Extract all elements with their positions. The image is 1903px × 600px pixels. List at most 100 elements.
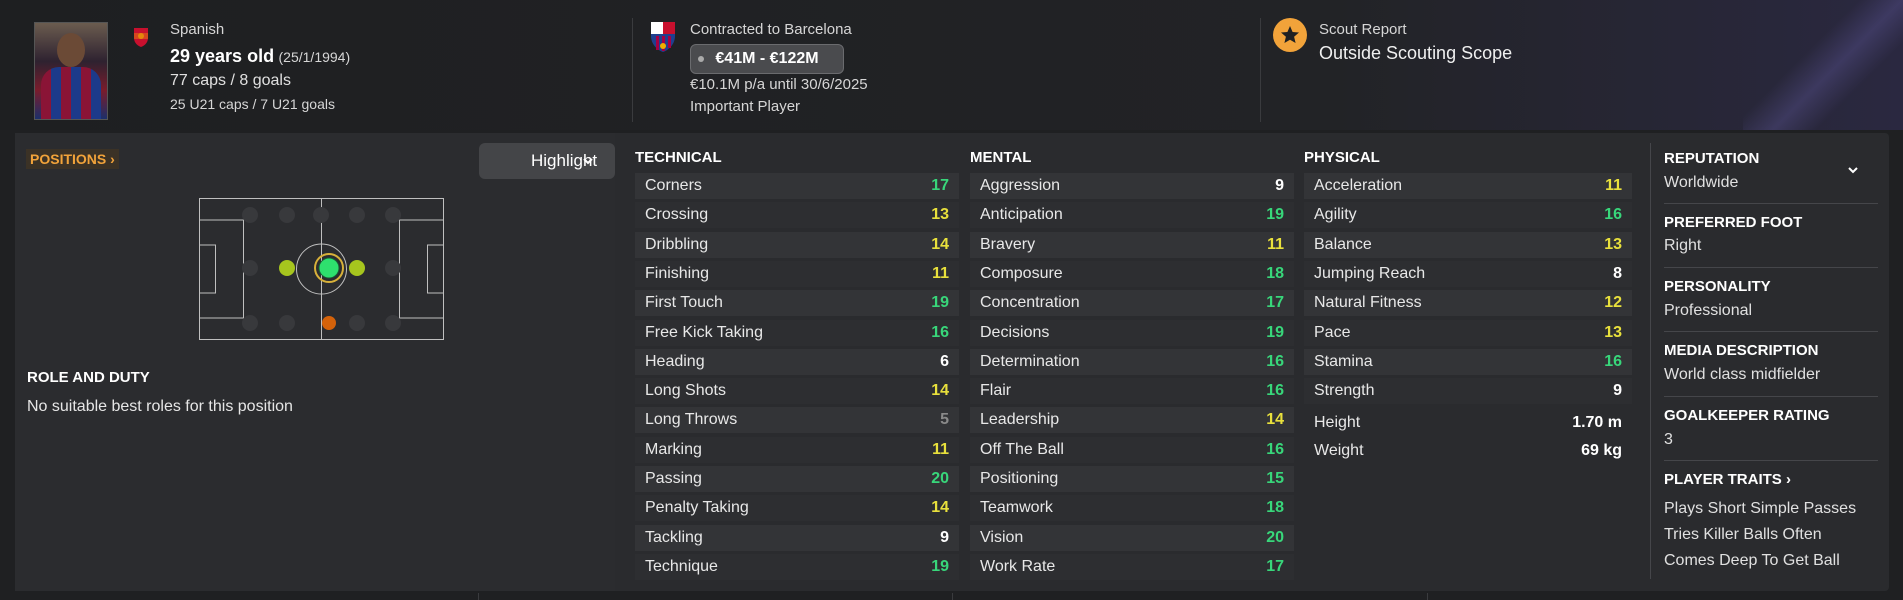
player-traits-link[interactable]: PLAYER TRAITS › (1664, 471, 1791, 488)
attribute-row-off-the-ball[interactable]: Off The Ball 16 (970, 436, 1294, 463)
attribute-name: Long Throws (645, 411, 738, 429)
highlight-dropdown[interactable]: Highlight (479, 143, 615, 179)
attribute-name: Work Rate (980, 557, 1056, 575)
attribute-row-positioning[interactable]: Positioning 15 (970, 466, 1294, 492)
chevron-down-icon (583, 158, 593, 165)
attribute-value: 11 (932, 264, 949, 282)
player-traits-label: PLAYER TRAITS (1664, 471, 1782, 488)
attribute-value: 11 (932, 440, 949, 458)
attribute-row-decisions[interactable]: Decisions 19 (970, 319, 1294, 346)
attribute-row-bravery[interactable]: Bravery 11 (970, 231, 1294, 258)
attribute-row-work-rate[interactable]: Work Rate 17 (970, 553, 1294, 580)
attribute-name: Jumping Reach (1314, 264, 1426, 282)
position-dot-dm (322, 316, 336, 330)
attribute-row-dribbling[interactable]: Dribbling 14 (635, 231, 959, 258)
attribute-row-free-kick-taking[interactable]: Free Kick Taking 16 (635, 319, 959, 346)
attribute-row-agility[interactable]: Agility 16 (1304, 202, 1632, 229)
attribute-row-long-throws[interactable]: Long Throws 5 (635, 407, 959, 434)
attribute-row-teamwork[interactable]: Teamwork 18 (970, 495, 1294, 522)
position-pitch (199, 198, 444, 340)
attribute-value: 18 (1266, 499, 1284, 517)
attribute-row-acceleration[interactable]: Acceleration 11 (1304, 173, 1632, 199)
dob: (25/1/1994) (278, 49, 351, 65)
attribute-value: 14 (931, 235, 949, 253)
info-separator (1664, 396, 1878, 397)
attribute-name: Composure (980, 264, 1063, 282)
bottom-divider (1427, 593, 1428, 600)
attribute-row-first-touch[interactable]: First Touch 19 (635, 290, 959, 317)
caps: 77 caps / 8 goals (170, 72, 291, 89)
attribute-row-corners[interactable]: Corners 17 (635, 173, 959, 199)
attribute-row-determination[interactable]: Determination 16 (970, 348, 1294, 375)
attribute-row-long-shots[interactable]: Long Shots 14 (635, 378, 959, 405)
position-dot-mr (349, 260, 365, 276)
attribute-row-technique[interactable]: Technique 19 (635, 553, 959, 580)
trait-item: Tries Killer Balls Often (1664, 526, 1822, 543)
attribute-row-aggression[interactable]: Aggression 9 (970, 173, 1294, 199)
attribute-name: Heading (645, 352, 705, 370)
chevron-down-icon[interactable] (1846, 163, 1860, 177)
weight-value: 69 kg (1581, 442, 1622, 459)
attribute-row-balance[interactable]: Balance 13 (1304, 231, 1632, 258)
chevron-right-icon: › (110, 151, 115, 167)
height-value: 1.70 m (1572, 414, 1622, 431)
value-dot-icon (698, 56, 704, 62)
attribute-row-pace[interactable]: Pace 13 (1304, 319, 1632, 346)
attribute-value: 5 (940, 411, 949, 429)
attribute-value: 16 (1266, 352, 1284, 370)
attribute-row-natural-fitness[interactable]: Natural Fitness 12 (1304, 290, 1632, 317)
attribute-value: 8 (1613, 264, 1622, 282)
attribute-row-penalty-taking[interactable]: Penalty Taking 14 (635, 495, 959, 522)
attribute-value: 18 (1266, 264, 1284, 282)
role-duty-text: No suitable best roles for this position (27, 398, 293, 415)
attribute-value: 14 (1266, 411, 1284, 429)
wage: €10.1M p/a until 30/6/2025 (690, 76, 868, 93)
attribute-value: 16 (931, 323, 949, 341)
attribute-value: 16 (1266, 440, 1284, 458)
attribute-row-marking[interactable]: Marking 11 (635, 436, 959, 463)
attribute-row-strength[interactable]: Strength 9 (1304, 378, 1632, 405)
nationality: Spanish (170, 21, 225, 38)
attribute-row-concentration[interactable]: Concentration 17 (970, 290, 1294, 317)
attribute-row-flair[interactable]: Flair 16 (970, 378, 1294, 405)
attribute-name: Anticipation (980, 206, 1063, 224)
trait-item: Plays Short Simple Passes (1664, 500, 1857, 517)
attribute-name: Aggression (980, 177, 1061, 194)
value-range-button[interactable]: €41M - €122M (690, 44, 844, 74)
u21-caps: 25 U21 caps / 7 U21 goals (170, 96, 335, 112)
attribute-name: First Touch (645, 294, 723, 312)
attribute-value: 19 (1266, 323, 1284, 341)
attribute-value: 6 (940, 352, 949, 370)
attribute-row-vision[interactable]: Vision 20 (970, 524, 1294, 551)
attribute-row-leadership[interactable]: Leadership 14 (970, 407, 1294, 434)
attribute-name: Acceleration (1314, 177, 1403, 194)
attribute-name: Concentration (980, 294, 1080, 312)
spain-flag-icon (134, 28, 148, 47)
attribute-value: 17 (1266, 294, 1284, 312)
attribute-row-finishing[interactable]: Finishing 11 (635, 260, 959, 287)
attribute-name: Penalty Taking (645, 499, 749, 517)
attribute-value: 17 (1266, 557, 1284, 575)
attribute-name: Determination (980, 352, 1080, 370)
personality-label: PERSONALITY (1664, 278, 1771, 295)
barcelona-crest-icon (651, 22, 675, 52)
attribute-row-anticipation[interactable]: Anticipation 19 (970, 202, 1294, 229)
attribute-row-heading[interactable]: Heading 6 (635, 348, 959, 375)
positions-link[interactable]: POSITIONS › (26, 149, 119, 169)
positions-label: POSITIONS (30, 151, 107, 167)
attribute-value: 11 (1267, 235, 1284, 253)
attribute-name: Bravery (980, 235, 1036, 253)
star-icon (1281, 26, 1299, 43)
attribute-row-crossing[interactable]: Crossing 13 (635, 202, 959, 229)
attribute-row-stamina[interactable]: Stamina 16 (1304, 348, 1632, 375)
attribute-name: Finishing (645, 264, 710, 282)
attribute-value: 9 (940, 528, 949, 546)
attribute-row-composure[interactable]: Composure 18 (970, 260, 1294, 287)
attribute-name: Tackling (645, 528, 703, 546)
reputation-label: REPUTATION (1664, 150, 1760, 167)
position-dot-ml (279, 260, 295, 276)
attribute-row-jumping-reach[interactable]: Jumping Reach 8 (1304, 260, 1632, 287)
attribute-row-passing[interactable]: Passing 20 (635, 466, 959, 492)
attribute-name: Marking (645, 440, 702, 458)
attribute-row-tackling[interactable]: Tackling 9 (635, 524, 959, 551)
